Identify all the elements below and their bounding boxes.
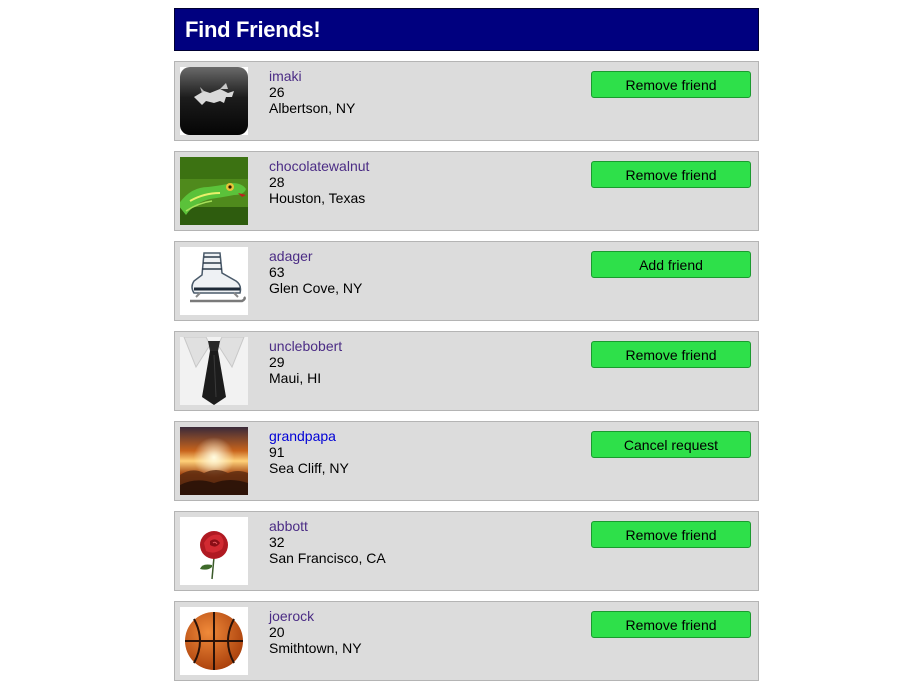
- friend-row: imaki 26 Albertson, NY Remove friend: [174, 61, 759, 141]
- friend-username-link[interactable]: imaki: [269, 68, 355, 84]
- remove-friend-button[interactable]: Remove friend: [591, 341, 751, 368]
- friend-age: 29: [269, 354, 285, 370]
- green-snake-icon: [180, 157, 248, 225]
- friend-info: unclebobert 29 Maui, HI: [269, 338, 342, 386]
- friend-row: chocolatewalnut 28 Houston, Texas Remove…: [174, 151, 759, 231]
- friend-username-link[interactable]: chocolatewalnut: [269, 158, 369, 174]
- cancel-request-button[interactable]: Cancel request: [591, 431, 751, 458]
- remove-friend-button[interactable]: Remove friend: [591, 71, 751, 98]
- friend-row: unclebobert 29 Maui, HI Remove friend: [174, 331, 759, 411]
- basketball-icon: [180, 607, 248, 675]
- friend-info: joerock 20 Smithtown, NY: [269, 608, 362, 656]
- remove-friend-button[interactable]: Remove friend: [591, 521, 751, 548]
- friend-info: abbott 32 San Francisco, CA: [269, 518, 386, 566]
- mustang-logo-icon: [180, 67, 248, 135]
- friend-location: Glen Cove, NY: [269, 280, 363, 296]
- friend-info: grandpapa 91 Sea Cliff, NY: [269, 428, 349, 476]
- friend-username-link[interactable]: unclebobert: [269, 338, 342, 354]
- friend-location: Maui, HI: [269, 370, 322, 386]
- friend-location: San Francisco, CA: [269, 550, 386, 566]
- remove-friend-button[interactable]: Remove friend: [591, 161, 751, 188]
- friend-location: Sea Cliff, NY: [269, 460, 349, 476]
- friend-age: 32: [269, 534, 285, 550]
- friend-age: 26: [269, 84, 285, 100]
- necktie-icon: [180, 337, 248, 405]
- friend-info: adager 63 Glen Cove, NY: [269, 248, 362, 296]
- page-title: Find Friends!: [174, 8, 759, 51]
- friend-row: abbott 32 San Francisco, CA Remove frien…: [174, 511, 759, 591]
- remove-friend-button[interactable]: Remove friend: [591, 611, 751, 638]
- friend-age: 91: [269, 444, 285, 460]
- friend-location: Albertson, NY: [269, 100, 356, 116]
- friend-age: 28: [269, 174, 285, 190]
- rose-icon: [180, 517, 248, 585]
- friend-username-link[interactable]: abbott: [269, 518, 386, 534]
- friend-location: Houston, Texas: [269, 190, 366, 206]
- friend-info: chocolatewalnut 28 Houston, Texas: [269, 158, 369, 206]
- friend-username-link[interactable]: adager: [269, 248, 362, 264]
- friend-row: joerock 20 Smithtown, NY Remove friend: [174, 601, 759, 681]
- friend-age: 20: [269, 624, 285, 640]
- add-friend-button[interactable]: Add friend: [591, 251, 751, 278]
- ice-skate-icon: [180, 247, 248, 315]
- find-friends-panel: Find Friends! imaki 26 Albertson, NY Rem…: [174, 8, 759, 691]
- friend-row: adager 63 Glen Cove, NY Add friend: [174, 241, 759, 321]
- friend-list: imaki 26 Albertson, NY Remove friend cho…: [174, 61, 759, 681]
- friend-age: 63: [269, 264, 285, 280]
- friend-username-link[interactable]: grandpapa: [269, 428, 349, 444]
- friend-info: imaki 26 Albertson, NY: [269, 68, 355, 116]
- sunset-icon: [180, 427, 248, 495]
- friend-row: grandpapa 91 Sea Cliff, NY Cancel reques…: [174, 421, 759, 501]
- friend-username-link[interactable]: joerock: [269, 608, 362, 624]
- friend-location: Smithtown, NY: [269, 640, 362, 656]
